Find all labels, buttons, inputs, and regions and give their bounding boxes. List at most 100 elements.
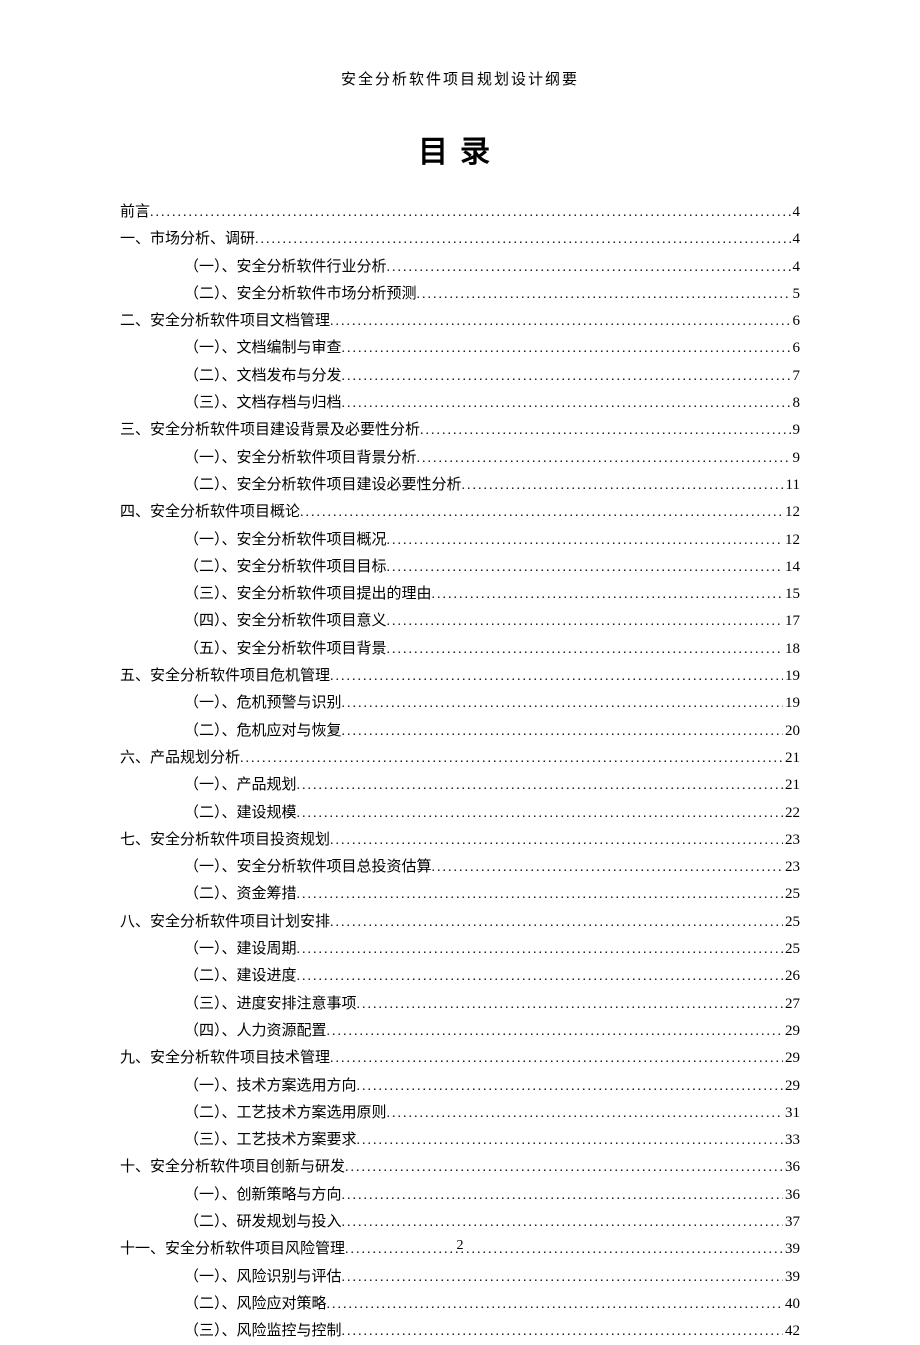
toc-leader-dots	[342, 1319, 783, 1345]
toc-entry[interactable]: 五、安全分析软件项目危机管理19	[120, 663, 800, 690]
document-header: 安全分析软件项目规划设计纲要	[120, 68, 800, 89]
toc-entry-page: 29	[783, 1073, 800, 1099]
toc-entry-label: （一）、安全分析软件项目概况	[184, 527, 387, 553]
toc-entry[interactable]: （三）、文档存档与归档8	[120, 390, 800, 417]
toc-entry[interactable]: （一）、产品规划 21	[120, 772, 800, 799]
toc-leader-dots	[345, 1155, 783, 1181]
toc-entry[interactable]: 七、安全分析软件项目投资规划 23	[120, 827, 800, 854]
toc-entry-page: 33	[783, 1127, 800, 1153]
toc-entry-label: （一）、创新策略与方向	[184, 1182, 342, 1208]
toc-entry-label: （一）、安全分析软件项目背景分析	[184, 445, 417, 471]
toc-entry-label: 八、安全分析软件项目计划安排	[120, 909, 330, 935]
toc-entry[interactable]: 四、安全分析软件项目概论12	[120, 499, 800, 526]
toc-leader-dots	[387, 1101, 783, 1127]
toc-entry-page: 23	[783, 827, 800, 853]
toc-entry[interactable]: （一）、风险识别与评估39	[120, 1264, 800, 1291]
toc-entry[interactable]: 八、安全分析软件项目计划安排 25	[120, 909, 800, 936]
toc-entry[interactable]: （一）、建设周期25	[120, 936, 800, 963]
toc-entry[interactable]: 三、安全分析软件项目建设背景及必要性分析9	[120, 417, 800, 444]
toc-leader-dots	[357, 1074, 783, 1100]
toc-entry[interactable]: （一）、安全分析软件项目总投资估算23	[120, 854, 800, 881]
toc-entry-label: 五、安全分析软件项目危机管理	[120, 663, 330, 689]
toc-leader-dots	[387, 609, 783, 635]
toc-entry[interactable]: （一）、安全分析软件行业分析4	[120, 254, 800, 281]
toc-entry[interactable]: （一）、文档编制与审查6	[120, 335, 800, 362]
toc-entry[interactable]: 十、安全分析软件项目创新与研发36	[120, 1154, 800, 1181]
toc-entry[interactable]: （一）、技术方案选用方向29	[120, 1073, 800, 1100]
toc-entry[interactable]: （二）、危机应对与恢复20	[120, 718, 800, 745]
toc-entry-label: （二）、研发规划与投入	[184, 1209, 342, 1235]
toc-entry-label: 九、安全分析软件项目技术管理	[120, 1045, 330, 1071]
toc-entry-page: 29	[783, 1045, 800, 1071]
toc-entry[interactable]: （二）、建设进度 26	[120, 963, 800, 990]
toc-entry-label: （一）、安全分析软件行业分析	[184, 254, 387, 280]
toc-entry-page: 25	[783, 936, 800, 962]
toc-leader-dots	[357, 1128, 783, 1154]
toc-entry-page: 17	[783, 608, 800, 634]
toc-entry[interactable]: （三）、安全分析软件项目提出的理由15	[120, 581, 800, 608]
toc-entry-label: （三）、工艺技术方案要求	[184, 1127, 357, 1153]
toc-entry-page: 8	[791, 390, 801, 416]
toc-entry-page: 36	[783, 1182, 800, 1208]
toc-entry-label: （三）、风险监控与控制	[184, 1318, 342, 1344]
toc-entry[interactable]: 前言4	[120, 199, 800, 226]
toc-leader-dots	[387, 637, 783, 663]
toc-leader-dots	[342, 719, 783, 745]
toc-entry-label: 七、安全分析软件项目投资规划	[120, 827, 330, 853]
toc-entry-page: 26	[783, 963, 800, 989]
toc-entry-label: （二）、建设进度	[184, 963, 297, 989]
toc-entry-page: 42	[783, 1318, 800, 1344]
toc-entry[interactable]: （二）、研发规划与投入37	[120, 1209, 800, 1236]
toc-entry-page: 21	[783, 772, 800, 798]
toc-entry[interactable]: （一）、创新策略与方向 36	[120, 1182, 800, 1209]
toc-entry[interactable]: 二、安全分析软件项目文档管理6	[120, 308, 800, 335]
toc-entry[interactable]: （三）、进度安排注意事项27	[120, 991, 800, 1018]
toc-entry-page: 25	[783, 909, 800, 935]
toc-entry-page: 15	[783, 581, 800, 607]
toc-title: 目录	[120, 127, 800, 171]
toc-entry-page: 22	[783, 800, 800, 826]
toc-leader-dots	[417, 446, 791, 472]
toc-entry[interactable]: （二）、安全分析软件项目目标14	[120, 554, 800, 581]
toc-entry-page: 25	[783, 881, 800, 907]
toc-leader-dots	[327, 1292, 783, 1318]
toc-entry[interactable]: （二）、工艺技术方案选用原则31	[120, 1100, 800, 1127]
toc-entry-page: 20	[783, 718, 800, 744]
toc-entry-label: 十、安全分析软件项目创新与研发	[120, 1154, 345, 1180]
toc-entry-page: 40	[783, 1291, 800, 1317]
toc-entry[interactable]: （五）、安全分析软件项目背景18	[120, 636, 800, 663]
toc-entry[interactable]: （二）、建设规模22	[120, 800, 800, 827]
toc-entry[interactable]: （二）、风险应对策略 40	[120, 1291, 800, 1318]
toc-entry-label: （四）、安全分析软件项目意义	[184, 608, 387, 634]
toc-entry[interactable]: （二）、安全分析软件项目建设必要性分析11	[120, 472, 800, 499]
toc-entry[interactable]: 九、安全分析软件项目技术管理 29	[120, 1045, 800, 1072]
toc-entry-page: 6	[791, 335, 801, 361]
toc-leader-dots	[342, 1210, 783, 1236]
toc-entry[interactable]: （一）、安全分析软件项目概况12	[120, 527, 800, 554]
toc-leader-dots	[297, 937, 783, 963]
toc-entry[interactable]: （一）、安全分析软件项目背景分析9	[120, 445, 800, 472]
toc-entry[interactable]: （四）、人力资源配置29	[120, 1018, 800, 1045]
toc-leader-dots	[297, 964, 783, 990]
table-of-contents: 前言4一、市场分析、调研4（一）、安全分析软件行业分析4（二）、安全分析软件市场…	[120, 199, 800, 1345]
toc-entry[interactable]: 一、市场分析、调研4	[120, 226, 800, 253]
toc-entry-page: 29	[783, 1018, 800, 1044]
toc-entry[interactable]: （二）、文档发布与分发7	[120, 363, 800, 390]
toc-entry[interactable]: （一）、危机预警与识别19	[120, 690, 800, 717]
toc-entry[interactable]: （二）、安全分析软件市场分析预测5	[120, 281, 800, 308]
toc-entry[interactable]: （三）、风险监控与控制 42	[120, 1318, 800, 1345]
toc-entry[interactable]: （二）、资金筹措 25	[120, 881, 800, 908]
toc-entry-label: （一）、产品规划	[184, 772, 297, 798]
toc-entry-label: 二、安全分析软件项目文档管理	[120, 308, 330, 334]
toc-entry[interactable]: （四）、安全分析软件项目意义 17	[120, 608, 800, 635]
toc-entry-label: （一）、安全分析软件项目总投资估算	[184, 854, 432, 880]
toc-leader-dots	[240, 746, 783, 772]
toc-entry[interactable]: （三）、工艺技术方案要求 33	[120, 1127, 800, 1154]
toc-entry-label: （二）、资金筹措	[184, 881, 297, 907]
toc-entry-page: 11	[784, 472, 800, 498]
toc-entry-page: 27	[783, 991, 800, 1017]
toc-entry-page: 19	[783, 690, 800, 716]
toc-entry-label: （二）、风险应对策略	[184, 1291, 327, 1317]
toc-entry-page: 14	[783, 554, 800, 580]
toc-entry[interactable]: 六、产品规划分析21	[120, 745, 800, 772]
